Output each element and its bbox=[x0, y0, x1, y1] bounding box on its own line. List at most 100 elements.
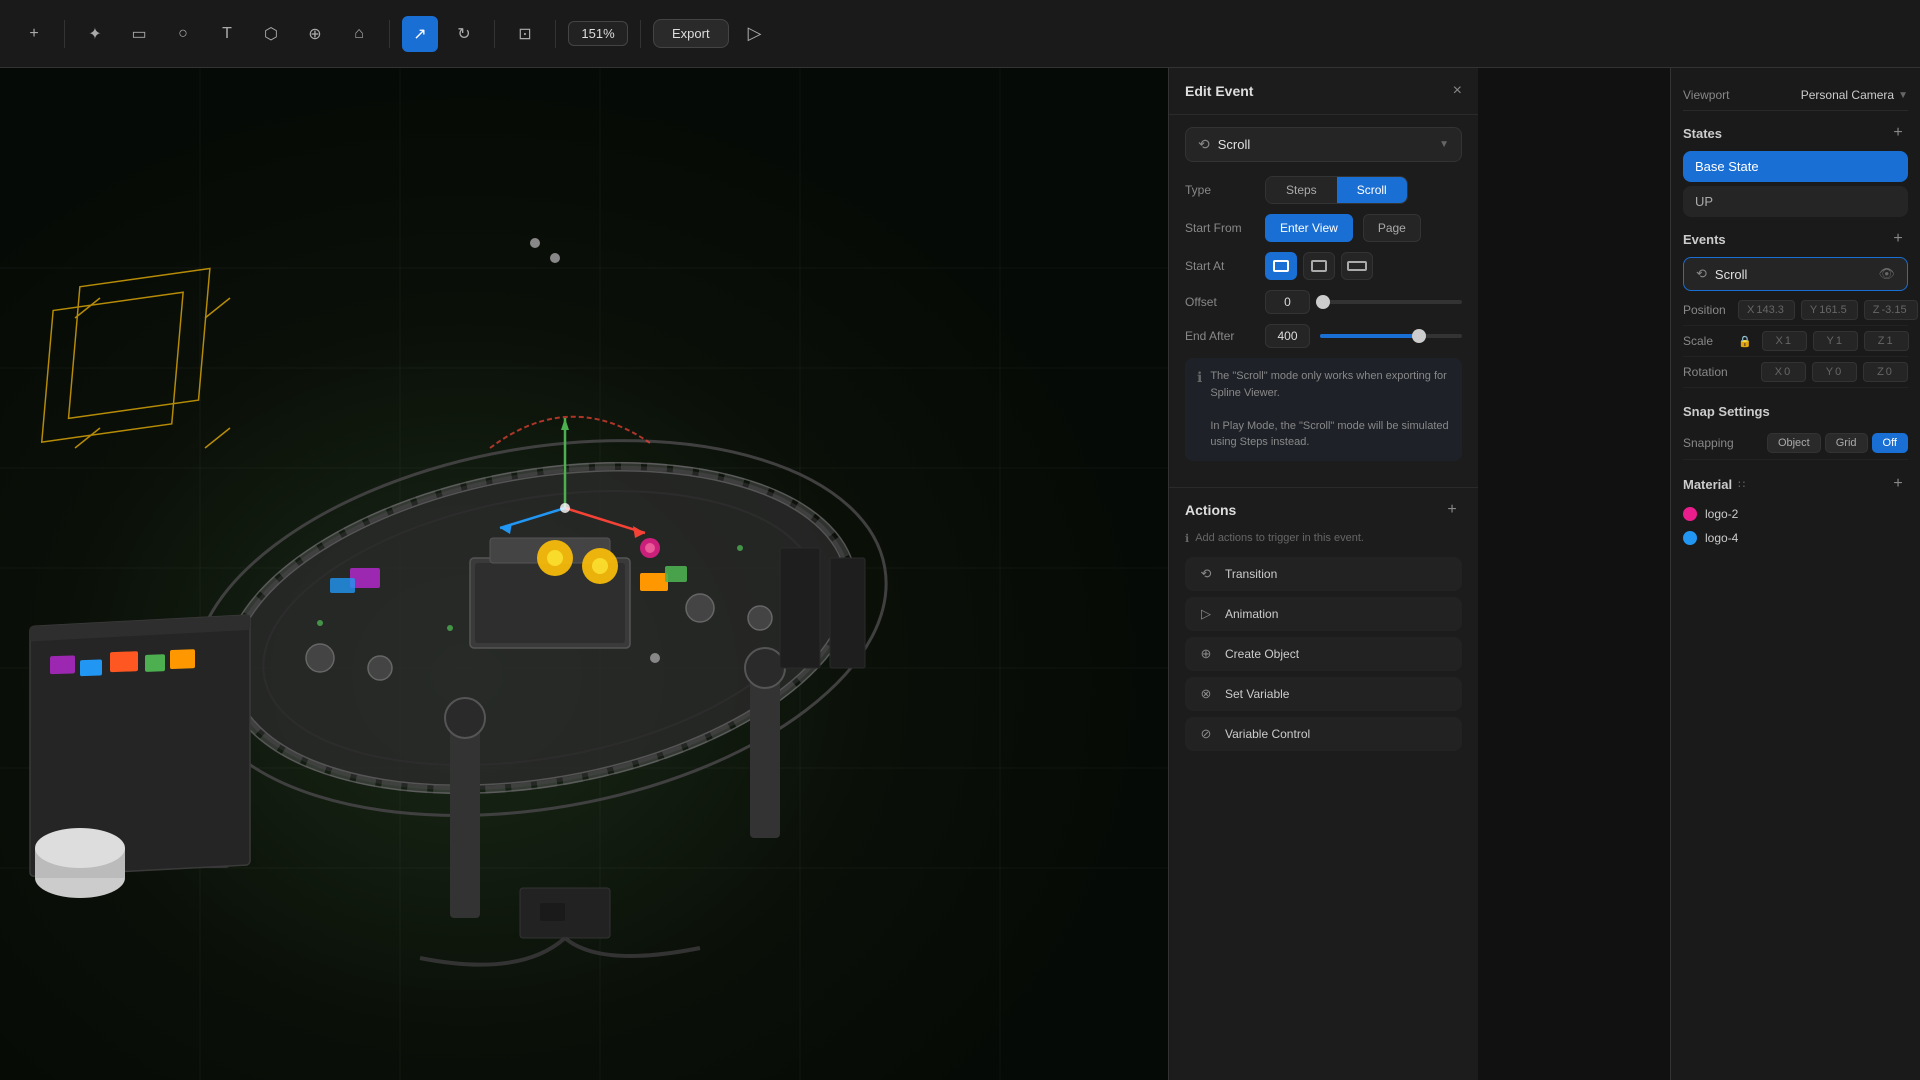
scale-y[interactable]: Y1 bbox=[1813, 331, 1858, 351]
action-create-object[interactable]: ⊕ Create Object bbox=[1185, 637, 1462, 671]
text-tool-button[interactable]: T bbox=[209, 16, 245, 52]
end-after-slider-thumb[interactable] bbox=[1412, 329, 1426, 343]
position-values: X143.3 Y161.5 Z-3.15 bbox=[1738, 300, 1918, 320]
toolbar-divider-4 bbox=[555, 20, 556, 48]
actions-info: ℹ Add actions to trigger in this event. bbox=[1185, 532, 1462, 545]
scale-label: Scale bbox=[1683, 334, 1738, 348]
event-scroll[interactable]: ⟲ Scroll 👁 bbox=[1683, 257, 1908, 291]
action-variable-control[interactable]: ⊘ Variable Control bbox=[1185, 717, 1462, 751]
snap-settings-title: Snap Settings bbox=[1683, 404, 1770, 419]
offset-row: Offset 0 bbox=[1185, 290, 1462, 314]
start-from-enter-view-button[interactable]: Enter View bbox=[1265, 214, 1353, 242]
type-scroll-button[interactable]: Scroll bbox=[1337, 177, 1407, 203]
start-at-row: Start At bbox=[1185, 252, 1462, 280]
type-steps-button[interactable]: Steps bbox=[1266, 177, 1337, 203]
state-up[interactable]: UP bbox=[1683, 186, 1908, 217]
set-variable-icon: ⊗ bbox=[1197, 685, 1215, 703]
material-title: Material bbox=[1683, 477, 1732, 492]
far-right-content: Viewport Personal Camera ▼ States + Base… bbox=[1671, 68, 1920, 1080]
rotation-z[interactable]: Z0 bbox=[1863, 362, 1908, 382]
snap-grid-btn[interactable]: Grid bbox=[1825, 433, 1868, 453]
material-dots-icon: ∷ bbox=[1738, 478, 1745, 491]
toolbar-divider-5 bbox=[640, 20, 641, 48]
offset-value: 0 bbox=[1265, 290, 1310, 314]
3d-scene bbox=[0, 68, 1168, 1080]
export-button[interactable]: Export bbox=[653, 19, 729, 48]
actions-add-button[interactable]: + bbox=[1442, 500, 1462, 520]
circle-tool-button[interactable]: ○ bbox=[165, 16, 201, 52]
rotation-y[interactable]: Y0 bbox=[1812, 362, 1857, 382]
scale-z[interactable]: Z1 bbox=[1864, 331, 1909, 351]
snap-off-btn[interactable]: Off bbox=[1872, 433, 1908, 453]
dropdown-chevron: ▼ bbox=[1439, 139, 1449, 150]
offset-label: Offset bbox=[1185, 295, 1255, 309]
scale-values: 🔒 X1 Y1 Z1 bbox=[1738, 331, 1909, 351]
info-text: The "Scroll" mode only works when export… bbox=[1210, 368, 1450, 451]
toolbar-divider-1 bbox=[64, 20, 65, 48]
frame-tool-button[interactable]: ⊡ bbox=[507, 16, 543, 52]
event-type-dropdown[interactable]: ⟲ Scroll ▼ bbox=[1185, 127, 1462, 162]
material-label-logo4: logo-4 bbox=[1705, 531, 1738, 545]
info-icon: ℹ bbox=[1197, 369, 1202, 451]
action-set-variable[interactable]: ⊗ Set Variable bbox=[1185, 677, 1462, 711]
snap-object-btn[interactable]: Object bbox=[1767, 433, 1821, 453]
start-at-btn-2[interactable] bbox=[1303, 252, 1335, 280]
type-label: Type bbox=[1185, 183, 1255, 197]
rectangle-tool-button[interactable]: ▭ bbox=[121, 16, 157, 52]
end-after-value: 400 bbox=[1265, 324, 1310, 348]
action-animation[interactable]: ▷ Animation bbox=[1185, 597, 1462, 631]
scale-row: Scale 🔒 X1 Y1 Z1 bbox=[1683, 326, 1908, 357]
position-x[interactable]: X143.3 bbox=[1738, 300, 1795, 320]
snap-row: Snapping Object Grid Off bbox=[1683, 427, 1908, 460]
start-at-label: Start At bbox=[1185, 259, 1255, 273]
polygon-tool-button[interactable]: ⬡ bbox=[253, 16, 289, 52]
snapping-label: Snapping bbox=[1683, 436, 1734, 450]
toolbar-divider-3 bbox=[494, 20, 495, 48]
position-z[interactable]: Z-3.15 bbox=[1864, 300, 1918, 320]
states-add-button[interactable]: + bbox=[1888, 123, 1908, 143]
start-at-btn-3[interactable] bbox=[1341, 252, 1373, 280]
scene-svg bbox=[0, 68, 1168, 1080]
canvas-area bbox=[0, 68, 1168, 1080]
add-button[interactable]: + bbox=[16, 16, 52, 52]
start-at-btn-1[interactable] bbox=[1265, 252, 1297, 280]
offset-slider-thumb[interactable] bbox=[1316, 295, 1330, 309]
animation-label: Animation bbox=[1225, 607, 1278, 621]
actions-info-icon: ℹ bbox=[1185, 532, 1189, 545]
play-button[interactable]: ▷ bbox=[737, 16, 773, 52]
edit-event-body: ⟲ Scroll ▼ Type Steps Scroll Start From … bbox=[1169, 115, 1478, 487]
close-button[interactable]: × bbox=[1453, 82, 1462, 100]
pointer-tool-button[interactable]: ↗ bbox=[402, 16, 438, 52]
lock-icon: 🔒 bbox=[1738, 331, 1752, 351]
action-transition[interactable]: ⟲ Transition bbox=[1185, 557, 1462, 591]
events-add-button[interactable]: + bbox=[1888, 229, 1908, 249]
variable-control-label: Variable Control bbox=[1225, 727, 1310, 741]
edit-event-header: Edit Event × bbox=[1169, 68, 1478, 115]
target-tool-button[interactable]: ⊕ bbox=[297, 16, 333, 52]
event-scroll-label: Scroll bbox=[1715, 267, 1748, 282]
material-label-logo2: logo-2 bbox=[1705, 507, 1738, 521]
material-logo2[interactable]: logo-2 bbox=[1683, 502, 1908, 526]
scale-x[interactable]: X1 bbox=[1762, 331, 1807, 351]
viewport-select[interactable]: Personal Camera ▼ bbox=[1801, 88, 1908, 102]
actions-title: Actions bbox=[1185, 502, 1236, 518]
material-logo4[interactable]: logo-4 bbox=[1683, 526, 1908, 550]
loop-tool-button[interactable]: ↻ bbox=[446, 16, 482, 52]
type-row: Type Steps Scroll bbox=[1185, 176, 1462, 204]
states-section-header: States + bbox=[1683, 123, 1908, 143]
offset-slider[interactable] bbox=[1320, 300, 1462, 304]
select-tool-button[interactable]: ✦ bbox=[77, 16, 113, 52]
position-y[interactable]: Y161.5 bbox=[1801, 300, 1858, 320]
toolbar-divider-2 bbox=[389, 20, 390, 48]
material-dot-logo2 bbox=[1683, 507, 1697, 521]
end-after-slider[interactable] bbox=[1320, 334, 1462, 338]
rotation-x[interactable]: X0 bbox=[1761, 362, 1806, 382]
start-from-row: Start From Enter View Page bbox=[1185, 214, 1462, 242]
material-header: Material ∷ + bbox=[1683, 474, 1908, 494]
start-from-page-button[interactable]: Page bbox=[1363, 214, 1421, 242]
tag-tool-button[interactable]: ⌂ bbox=[341, 16, 377, 52]
state-base-state[interactable]: Base State bbox=[1683, 151, 1908, 182]
edit-event-title: Edit Event bbox=[1185, 83, 1253, 99]
material-add-button[interactable]: + bbox=[1888, 474, 1908, 494]
transition-label: Transition bbox=[1225, 567, 1277, 581]
